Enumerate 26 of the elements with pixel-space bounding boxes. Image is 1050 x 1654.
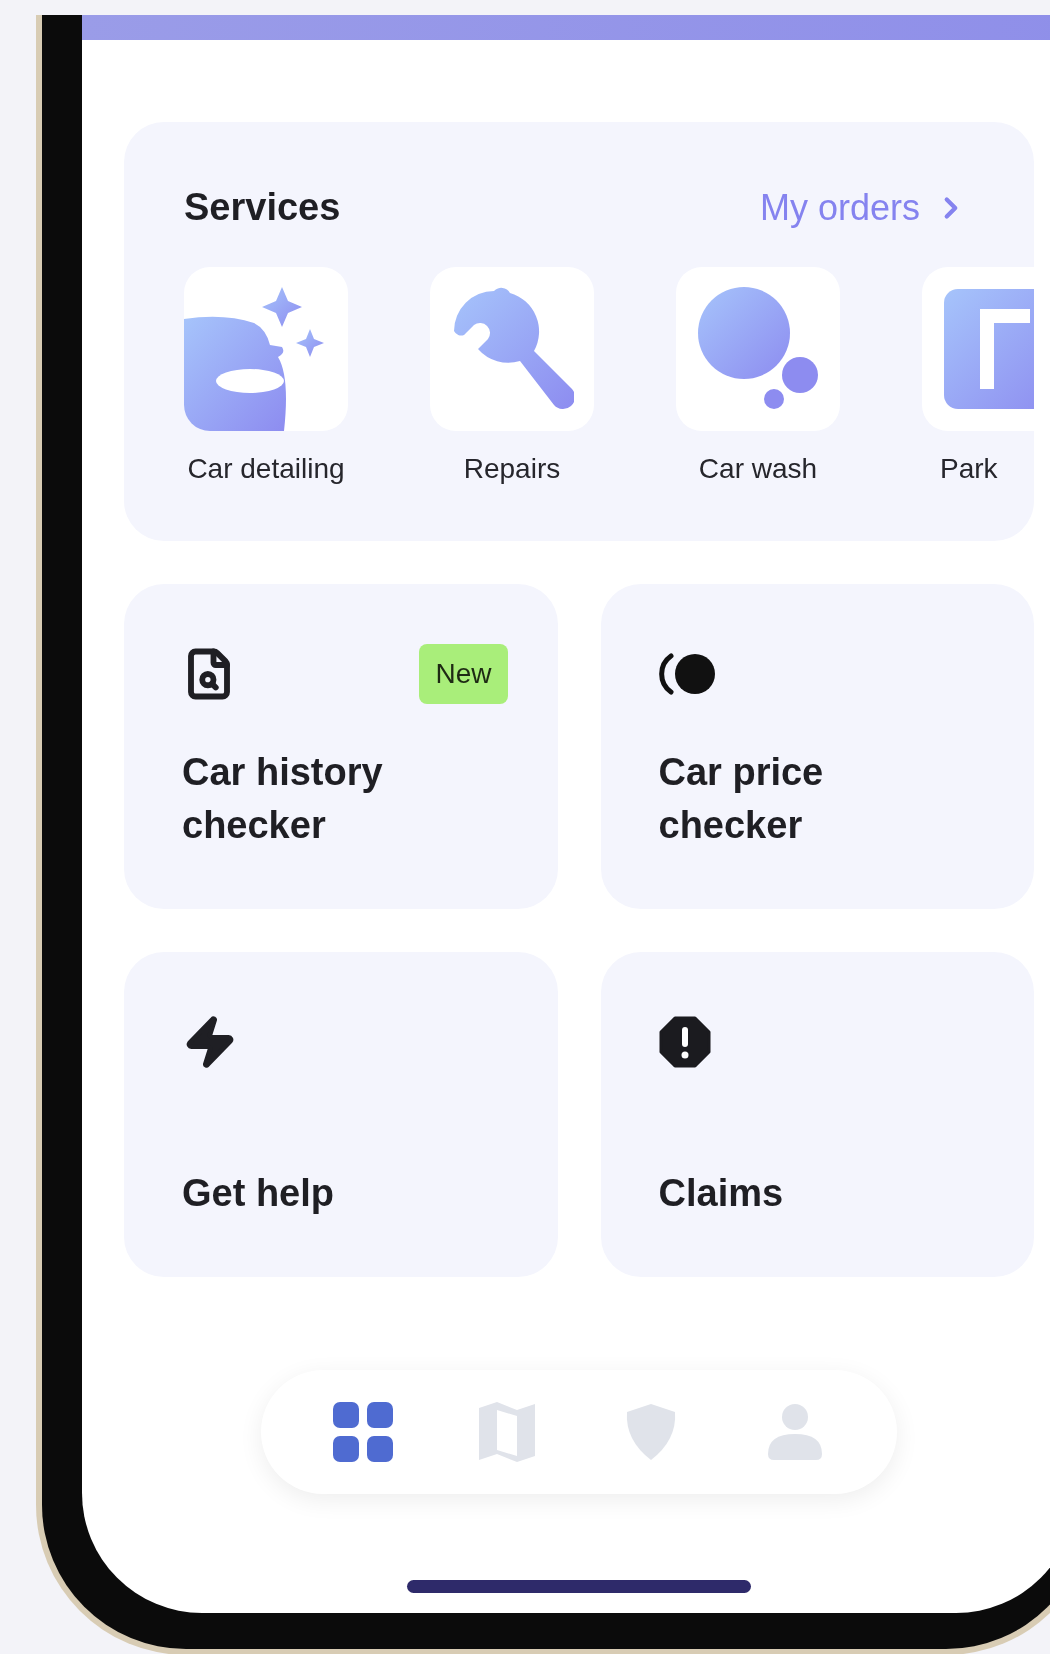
nav-tab[interactable] [333, 1402, 393, 1462]
service-tile[interactable] [676, 267, 840, 431]
card-title: Get help [182, 1170, 336, 1216]
shield-icon [625, 1404, 677, 1460]
service-label: Car detailing [187, 453, 345, 485]
map-icon [477, 1402, 537, 1462]
card-title: Car history checker [182, 750, 384, 848]
service-label: Park [939, 453, 998, 485]
service-label: Car wash [698, 453, 818, 485]
feature-card[interactable]: Claims [600, 952, 1034, 1277]
service-tile[interactable] [430, 267, 594, 431]
feature-card[interactable]: Get help [124, 952, 558, 1277]
new-badge: New [419, 644, 508, 704]
services-title: Services [184, 186, 341, 229]
card-title: Car price checker [658, 750, 825, 848]
alert-octagon-icon [658, 1016, 711, 1068]
coin-icon [658, 652, 717, 696]
parking-icon [942, 287, 1034, 411]
card-title: Claims [658, 1170, 785, 1216]
feature-card[interactable]: New Car history checker [124, 584, 558, 909]
service-tile[interactable] [184, 267, 348, 431]
person-icon [768, 1404, 822, 1460]
feature-card[interactable]: Car price checker [600, 584, 1034, 909]
bubbles-icon [696, 287, 820, 411]
dashboard-icon [333, 1402, 393, 1462]
service-label: Repairs [463, 453, 561, 485]
